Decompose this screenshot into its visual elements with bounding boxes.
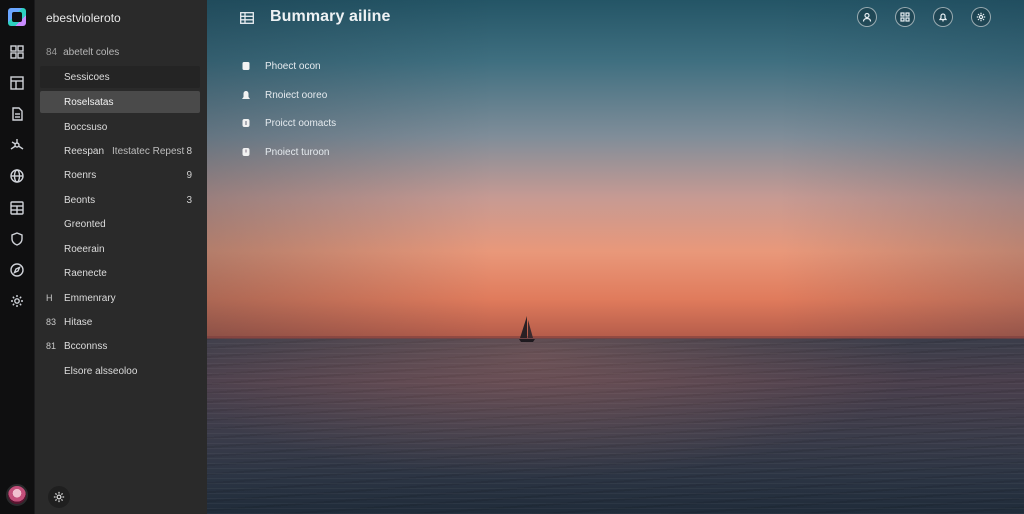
sidebar-item[interactable]: Boccsuso <box>40 116 200 138</box>
settings-header-button[interactable] <box>971 7 991 27</box>
horizon-line <box>207 336 1024 339</box>
compass-icon[interactable] <box>9 262 25 278</box>
sidebar-item-active[interactable]: Roselsatas <box>40 91 200 113</box>
app-logo[interactable] <box>8 8 26 26</box>
sidebar-item-label: Boccsuso <box>64 121 108 133</box>
section-header[interactable]: 84 abetelt coles <box>46 47 119 58</box>
list-item[interactable]: Proicct oomacts <box>240 114 336 132</box>
list-item-label: Proicct oomacts <box>265 117 337 129</box>
sidebar-item-label: Reespan <box>64 145 105 157</box>
user-icon <box>862 12 872 22</box>
sidebar-item-prefix: 83 <box>46 317 57 327</box>
sidebar-item[interactable]: Elsore alsseoloo <box>40 360 200 382</box>
sidebar-item-label: Greonted <box>64 218 106 230</box>
section-label: abetelt coles <box>63 47 120 58</box>
sidebar-item-detail: Itestatec Repest <box>112 145 185 157</box>
sidebar-item-label: Emmenrary <box>64 292 116 304</box>
gear-icon <box>53 491 65 503</box>
list-item[interactable]: Pnoiect turoon <box>240 143 330 161</box>
sunset-sky-background <box>207 0 1024 340</box>
shield-icon[interactable] <box>9 231 25 247</box>
sea-background <box>207 338 1024 514</box>
list-item[interactable]: Rnoiect ooreo <box>240 86 327 104</box>
count-badge: 8 <box>186 145 192 157</box>
sidebar: ebestvioleroto 84 abetelt coles Sessicoes… <box>35 0 207 514</box>
list-item-label: Rnoiect ooreo <box>265 89 328 101</box>
list-item[interactable]: Phoect ocon <box>240 57 321 75</box>
icon-rail <box>0 0 35 514</box>
sidebar-item[interactable]: Raenecte <box>40 262 200 284</box>
info-icon <box>240 118 251 129</box>
app-window: ebestvioleroto 84 abetelt coles Sessicoes… <box>0 0 1024 514</box>
clock-icon <box>240 147 251 158</box>
bell-icon <box>938 13 948 22</box>
user-button[interactable] <box>857 7 877 27</box>
section-prefix: 84 <box>46 47 58 58</box>
sidebar-item[interactable]: Roeerain <box>40 238 200 260</box>
table-icon[interactable] <box>9 200 25 216</box>
apps-button[interactable] <box>895 7 915 27</box>
sidebar-item-prefix: 81 <box>46 341 57 351</box>
gear-icon[interactable] <box>9 293 25 309</box>
sidebar-item[interactable]: H Emmenrary <box>40 287 200 309</box>
sidebar-item-label: Beonts <box>64 194 96 206</box>
sidebar-item[interactable]: Beonts 3 <box>40 189 200 211</box>
gear-icon <box>976 12 986 22</box>
document-icon[interactable] <box>9 106 25 122</box>
list-item-label: Phoect ocon <box>265 60 321 72</box>
avatar[interactable] <box>6 484 28 506</box>
sidebar-item-label: Roenrs <box>64 169 97 181</box>
count-badge: 3 <box>186 194 192 206</box>
sidebar-item-label: Bcconnss <box>64 340 108 352</box>
sidebar-item-label: Roselsatas <box>64 96 114 108</box>
table-icon[interactable] <box>240 11 254 24</box>
sidebar-item-label: Roeerain <box>64 243 105 255</box>
grid-icon[interactable] <box>9 44 25 60</box>
sailboat-image <box>519 316 535 342</box>
page-title: Bummary ailine <box>270 8 391 25</box>
header-actions <box>857 7 991 27</box>
sidebar-item[interactable]: 83 Hitase <box>40 311 200 333</box>
layout-icon[interactable] <box>9 75 25 91</box>
sidebar-item-label: Raenecte <box>64 267 107 279</box>
notifications-button[interactable] <box>933 7 953 27</box>
settings-button[interactable] <box>48 486 70 508</box>
list-item-label: Pnoiect turoon <box>265 146 330 158</box>
user-icon <box>240 90 251 101</box>
network-icon[interactable] <box>9 137 25 153</box>
sidebar-item[interactable]: 81 Bcconnss <box>40 335 200 357</box>
grid-icon <box>900 12 910 22</box>
sidebar-item[interactable]: Sessicoes <box>40 66 200 88</box>
main-canvas: Bummary ailine Phoect ocon Rnoiect ooreo… <box>207 0 1024 514</box>
sidebar-item[interactable]: Greonted <box>40 213 200 235</box>
sidebar-item[interactable]: Reespan Itestatec Repest 8 <box>40 140 200 162</box>
file-icon <box>240 61 251 72</box>
workspace-name[interactable]: ebestvioleroto <box>46 11 121 25</box>
sidebar-item-label: Elsore alsseoloo <box>64 365 138 377</box>
count-badge: 9 <box>186 169 192 181</box>
sidebar-item-label: Sessicoes <box>64 71 110 83</box>
globe-icon[interactable] <box>9 168 25 184</box>
sidebar-item[interactable]: Roenrs 9 <box>40 164 200 186</box>
sidebar-item-label: Hitase <box>64 316 93 328</box>
sidebar-item-prefix: H <box>46 293 53 303</box>
